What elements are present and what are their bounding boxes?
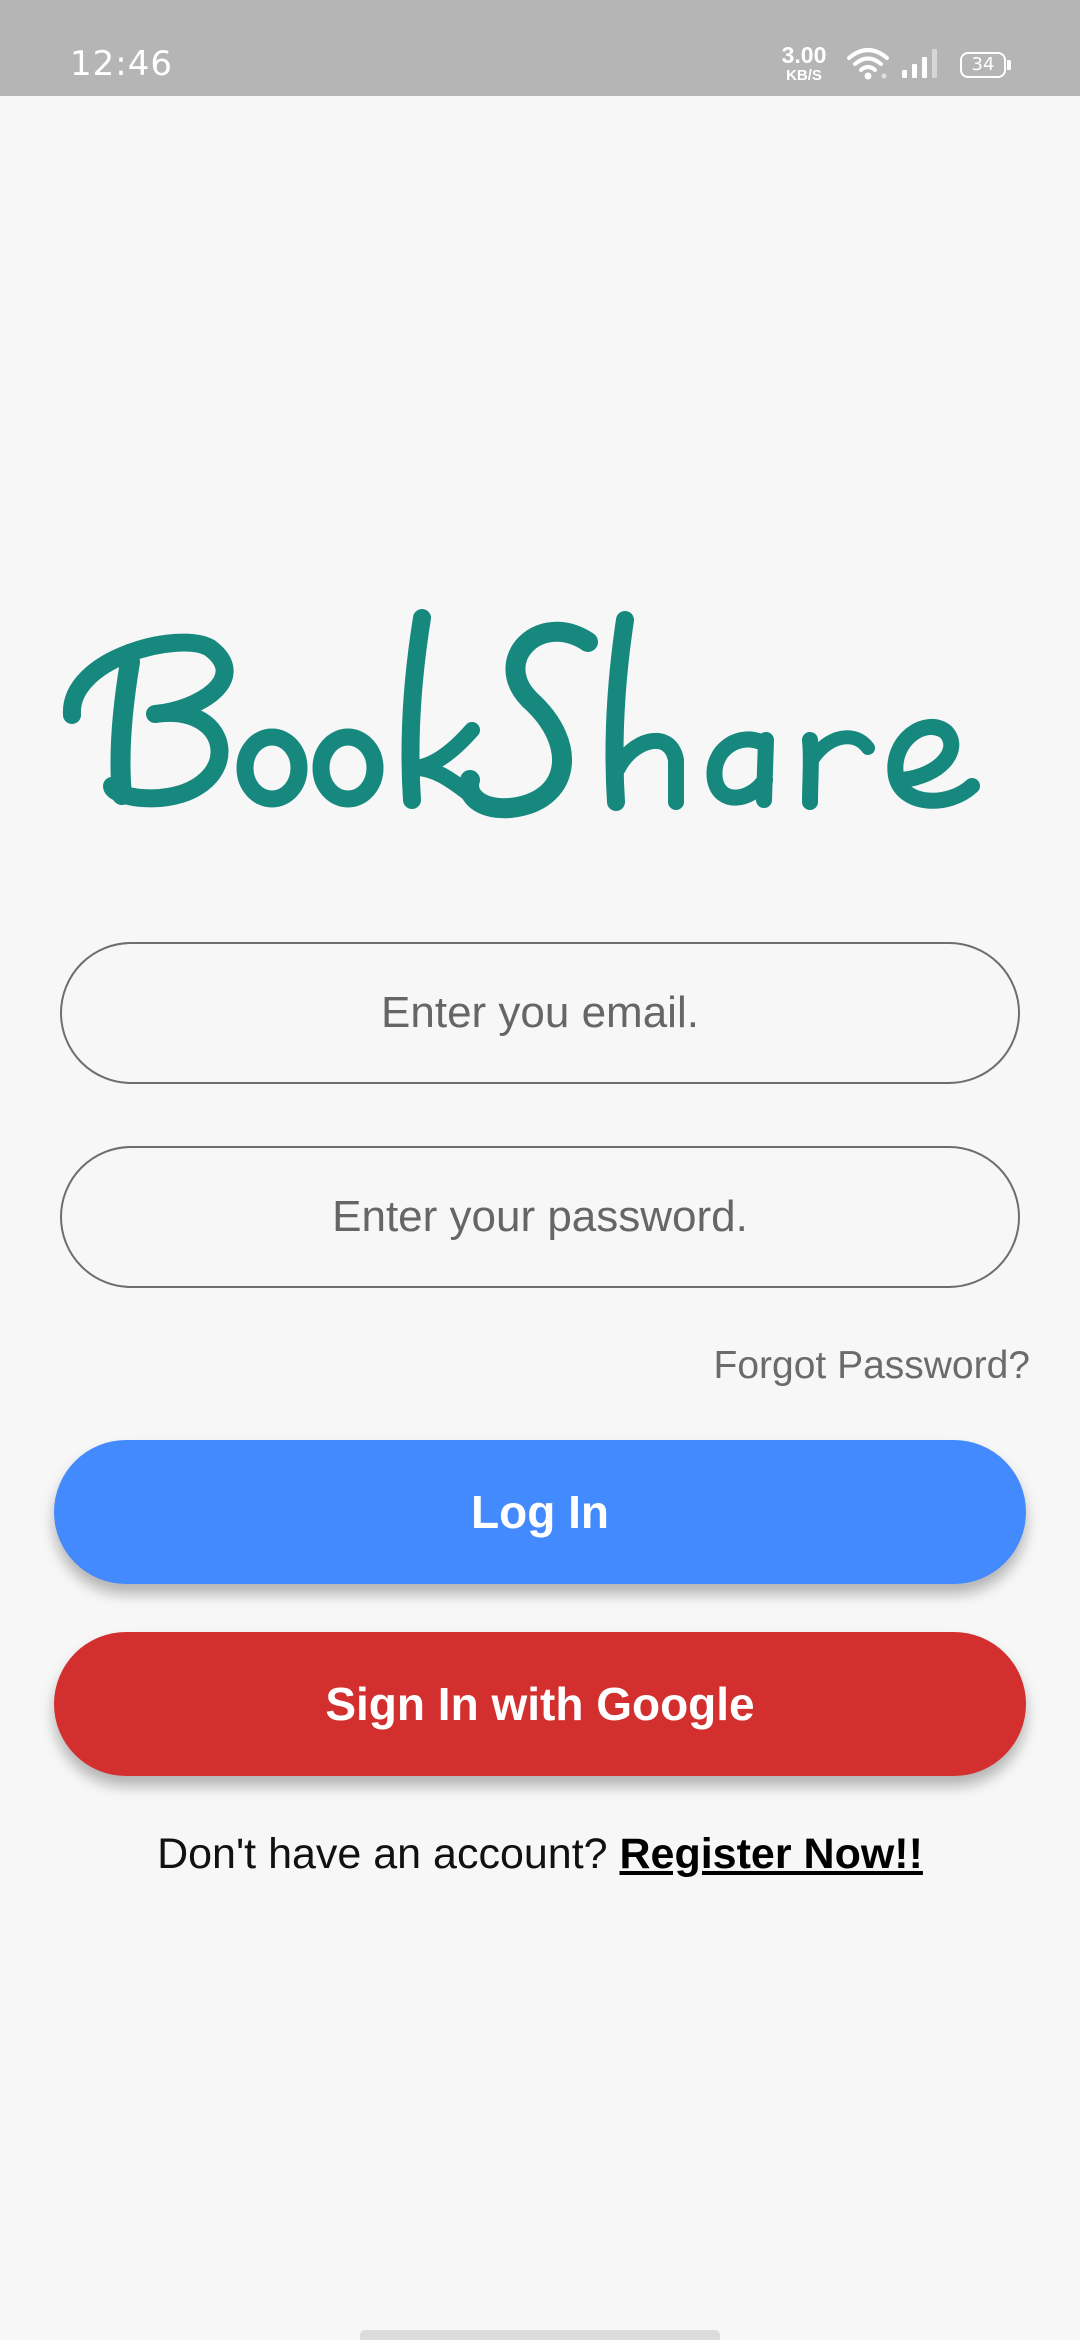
battery-icon: 34 bbox=[960, 52, 1011, 78]
status-time: 12:46 bbox=[70, 44, 173, 84]
register-prompt: Don't have an account? bbox=[157, 1830, 620, 1878]
navigation-handle[interactable] bbox=[360, 2330, 720, 2340]
email-field[interactable] bbox=[60, 942, 1020, 1084]
wifi-icon bbox=[847, 48, 889, 80]
register-now-link[interactable]: Register Now!! bbox=[620, 1830, 923, 1878]
google-sign-in-button[interactable]: Sign In with Google bbox=[54, 1632, 1026, 1776]
battery-level: 34 bbox=[971, 54, 995, 75]
bookshare-logo bbox=[63, 609, 980, 819]
forgot-password-link[interactable]: Forgot Password? bbox=[714, 1344, 1030, 1388]
network-speed-value: 3.00 bbox=[781, 42, 827, 68]
login-button[interactable]: Log In bbox=[54, 1440, 1026, 1584]
password-field[interactable] bbox=[60, 1146, 1020, 1288]
register-row: Don't have an account? Register Now!! bbox=[0, 1830, 1080, 1879]
network-speed: 3.00 KB/S bbox=[772, 42, 836, 84]
network-speed-unit: KB/S bbox=[786, 67, 822, 84]
status-bar: 12:46 3.00 KB/S 34 bbox=[0, 0, 1080, 96]
cellular-signal-icon bbox=[902, 49, 937, 78]
